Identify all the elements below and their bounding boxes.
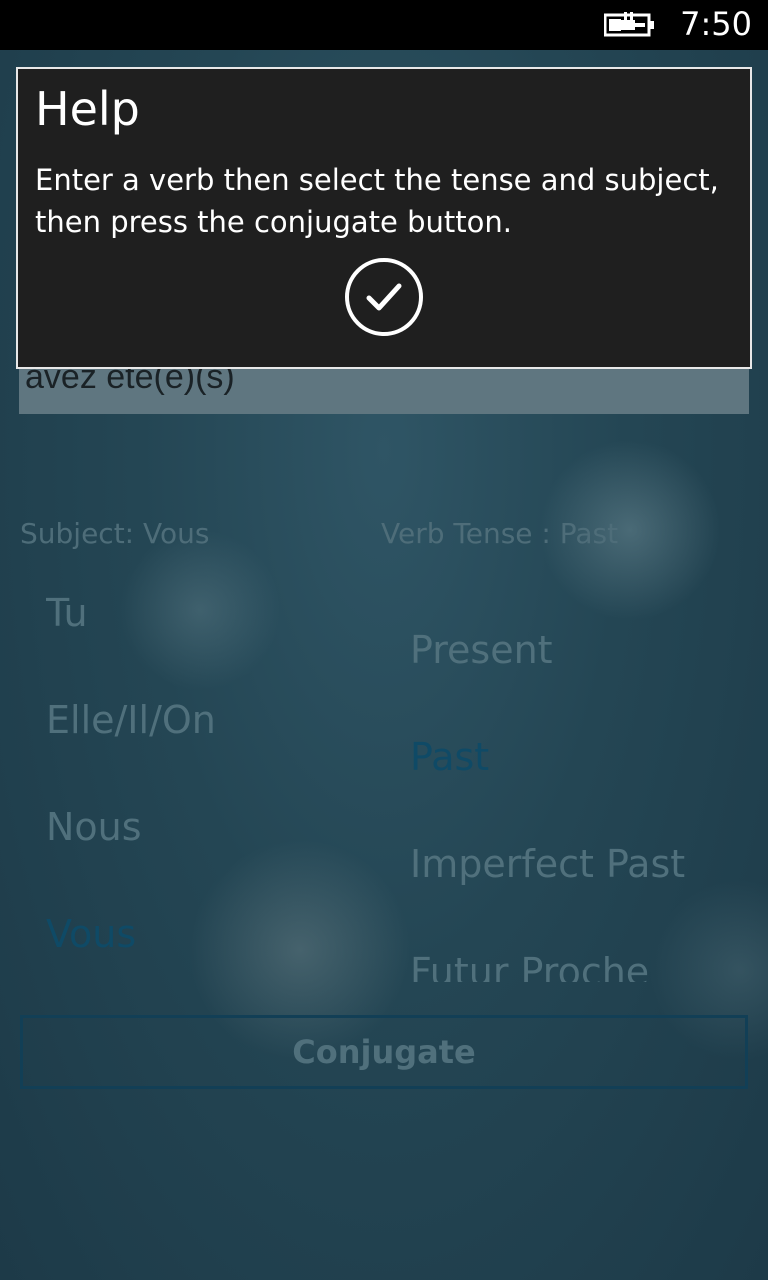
- checkmark-circle-icon: [345, 258, 423, 336]
- status-bar: 7:50: [0, 0, 768, 50]
- tense-picker[interactable]: Present Past Imperfect Past Futur Proche: [410, 620, 768, 982]
- help-dialog: Help Enter a verb then select the tense …: [16, 67, 752, 369]
- status-time: 7:50: [680, 5, 752, 43]
- subject-label: Subject: Vous: [20, 517, 210, 550]
- subject-item-vous[interactable]: Vous: [46, 906, 136, 962]
- subject-item-elle-il-on[interactable]: Elle/Il/On: [46, 692, 216, 748]
- subject-item-nous[interactable]: Nous: [46, 799, 142, 855]
- tense-label: Verb Tense : Past: [381, 517, 619, 550]
- phone-screen: 7:50 avez été(e)(s) Subject: Vous Verb T…: [0, 0, 768, 1280]
- subject-picker[interactable]: Tu Elle/Il/On Nous Vous: [46, 580, 366, 980]
- dialog-message: Enter a verb then select the tense and s…: [35, 163, 719, 239]
- tense-item-present[interactable]: Present: [410, 622, 553, 678]
- subject-item-tu[interactable]: Tu: [46, 585, 88, 641]
- tense-item-imperfect-past[interactable]: Imperfect Past: [410, 836, 685, 892]
- conjugate-button[interactable]: Conjugate: [20, 1015, 748, 1089]
- dialog-title: Help: [35, 82, 140, 136]
- battery-charging-icon: [604, 12, 654, 37]
- tense-item-futur-proche[interactable]: Futur Proche: [410, 944, 649, 982]
- dialog-ok-button[interactable]: [344, 257, 424, 337]
- tense-item-past[interactable]: Past: [410, 729, 489, 785]
